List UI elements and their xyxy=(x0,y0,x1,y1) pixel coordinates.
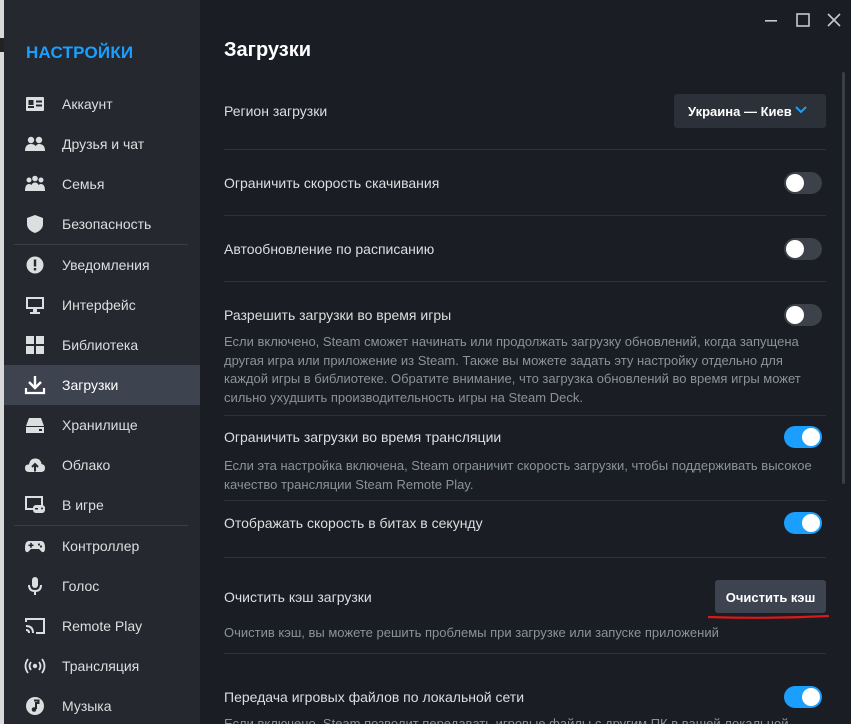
section-divider xyxy=(224,149,826,150)
storage-drive-icon xyxy=(26,418,44,433)
sidebar-item-security[interactable]: Безопасность xyxy=(4,204,200,244)
section-divider xyxy=(224,557,826,558)
cloud-icon xyxy=(25,458,45,472)
page-title: Загрузки xyxy=(224,39,312,61)
during-stream-description: Если эта настройка включена, Steam огран… xyxy=(224,457,824,494)
lan-transfer-toggle[interactable] xyxy=(784,686,822,708)
sidebar-item-storage[interactable]: Хранилище xyxy=(4,405,200,445)
section-divider xyxy=(224,215,826,216)
minimize-icon[interactable] xyxy=(761,10,781,30)
settings-sidebar: НАСТРОЙКИ Аккаунт Друзья и чат Семья Без… xyxy=(4,0,200,724)
sidebar-item-label: Уведомления xyxy=(62,257,150,273)
section-divider xyxy=(224,653,826,654)
broadcast-icon xyxy=(24,658,46,674)
close-icon[interactable] xyxy=(824,10,844,30)
sidebar-item-notifications[interactable]: Уведомления xyxy=(4,245,200,285)
shield-icon xyxy=(27,215,43,233)
settings-main-panel: Загрузки Регион загрузки Украина — Киев … xyxy=(200,0,851,724)
during-game-toggle[interactable] xyxy=(784,304,822,326)
schedule-label: Автообновление по расписанию xyxy=(224,241,435,257)
monitor-icon xyxy=(26,297,44,314)
family-icon xyxy=(25,175,45,191)
description-line: Если включено, Steam сможет начинать или… xyxy=(224,334,799,349)
sidebar-item-downloads[interactable]: Загрузки xyxy=(4,365,200,405)
download-icon xyxy=(24,376,46,395)
sidebar-item-family[interactable]: Семья xyxy=(4,164,200,204)
sidebar-item-label: Хранилище xyxy=(62,417,138,433)
sidebar-item-label: Библиотека xyxy=(62,337,139,353)
toggle-knob xyxy=(802,688,820,706)
lan-transfer-label: Передача игровых файлов по локальной сет… xyxy=(224,689,525,705)
toggle-knob xyxy=(786,174,804,192)
sidebar-item-broadcast[interactable]: Трансляция xyxy=(4,646,200,686)
during-game-label: Разрешить загрузки во время игры xyxy=(224,307,452,323)
maximize-icon[interactable] xyxy=(793,10,813,30)
description-line: качество трансляции Steam Remote Play. xyxy=(224,476,474,492)
sidebar-item-label: Контроллер xyxy=(62,538,140,554)
sidebar-item-library[interactable]: Библиотека xyxy=(4,325,200,365)
limit-speed-toggle[interactable] xyxy=(784,172,822,194)
remote-play-icon xyxy=(25,618,45,634)
during-stream-toggle[interactable] xyxy=(784,426,822,448)
description-line: сильно ухудшить производительность игры … xyxy=(224,389,583,405)
lan-transfer-description: Если включено, Steam позволит передавать… xyxy=(224,716,789,724)
clear-cache-label: Очистить кэш загрузки xyxy=(224,589,372,605)
toggle-knob xyxy=(786,240,804,258)
clear-cache-button-label: Очистить кэш xyxy=(725,590,816,605)
friends-icon xyxy=(25,136,45,151)
sidebar-item-label: Облако xyxy=(62,457,111,473)
sidebar-item-in-game[interactable]: В игре xyxy=(4,485,200,525)
in-game-icon xyxy=(25,496,45,513)
region-select-value: Украина — Киев xyxy=(688,104,792,119)
chevron-down-icon xyxy=(795,106,807,114)
sidebar-item-label: Трансляция xyxy=(62,658,140,674)
sidebar-item-voice[interactable]: Голос xyxy=(4,566,200,606)
sidebar-item-label: Интерфейс xyxy=(62,297,136,313)
sidebar-item-label: Семья xyxy=(62,176,105,192)
sidebar-item-remote-play[interactable]: Remote Play xyxy=(4,606,200,646)
notification-icon xyxy=(26,256,44,274)
sidebar-item-label: В игре xyxy=(62,497,104,513)
limit-speed-label: Ограничить скорость скачивания xyxy=(224,175,440,191)
description-line: Если эта настройка включена, Steam огран… xyxy=(224,458,812,473)
description-line: другая игра или приложение из Steam. Так… xyxy=(224,352,783,368)
sidebar-item-label: Загрузки xyxy=(62,377,119,393)
sidebar-item-label: Голос xyxy=(62,578,100,594)
bits-label: Отображать скорость в битах в секунду xyxy=(224,515,483,531)
schedule-toggle[interactable] xyxy=(784,238,822,260)
clear-cache-description: Очистив кэш, вы можете решить проблемы п… xyxy=(224,625,719,640)
during-game-description: Если включено, Steam сможет начинать или… xyxy=(224,333,824,407)
sidebar-item-controller[interactable]: Контроллер xyxy=(4,526,200,566)
section-divider xyxy=(224,500,826,501)
sidebar-item-music[interactable]: Музыка xyxy=(4,686,200,724)
description-line: каждой игры в библиотеке. Обратите внима… xyxy=(224,371,801,386)
annotation-underline xyxy=(707,614,830,619)
controller-icon xyxy=(25,541,45,553)
section-divider xyxy=(224,281,826,282)
region-select[interactable]: Украина — Киев xyxy=(674,94,826,128)
sidebar-item-label: Музыка xyxy=(62,698,112,714)
sidebar-item-account[interactable]: Аккаунт xyxy=(4,84,200,124)
sidebar-item-cloud[interactable]: Облако xyxy=(4,445,200,485)
sidebar-item-label: Аккаунт xyxy=(62,96,113,112)
region-label: Регион загрузки xyxy=(224,103,328,119)
sidebar-item-friends[interactable]: Друзья и чат xyxy=(4,124,200,164)
toggle-knob xyxy=(802,428,820,446)
during-stream-label: Ограничить загрузки во время трансляции xyxy=(224,429,502,445)
sidebar-item-label: Друзья и чат xyxy=(62,136,145,152)
sidebar-item-interface[interactable]: Интерфейс xyxy=(4,285,200,325)
microphone-icon xyxy=(28,577,42,595)
toggle-knob xyxy=(802,514,820,532)
library-grid-icon xyxy=(26,336,44,354)
account-card-icon xyxy=(26,97,44,111)
sidebar-item-label: Безопасность xyxy=(62,216,152,232)
toggle-knob xyxy=(786,306,804,324)
clear-cache-button[interactable]: Очистить кэш xyxy=(715,580,826,613)
music-icon xyxy=(26,697,44,715)
scrollbar-thumb[interactable] xyxy=(842,72,845,484)
sidebar-title: НАСТРОЙКИ xyxy=(26,43,134,62)
section-divider xyxy=(224,415,826,416)
bits-toggle[interactable] xyxy=(784,512,822,534)
sidebar-item-label: Remote Play xyxy=(62,618,143,634)
